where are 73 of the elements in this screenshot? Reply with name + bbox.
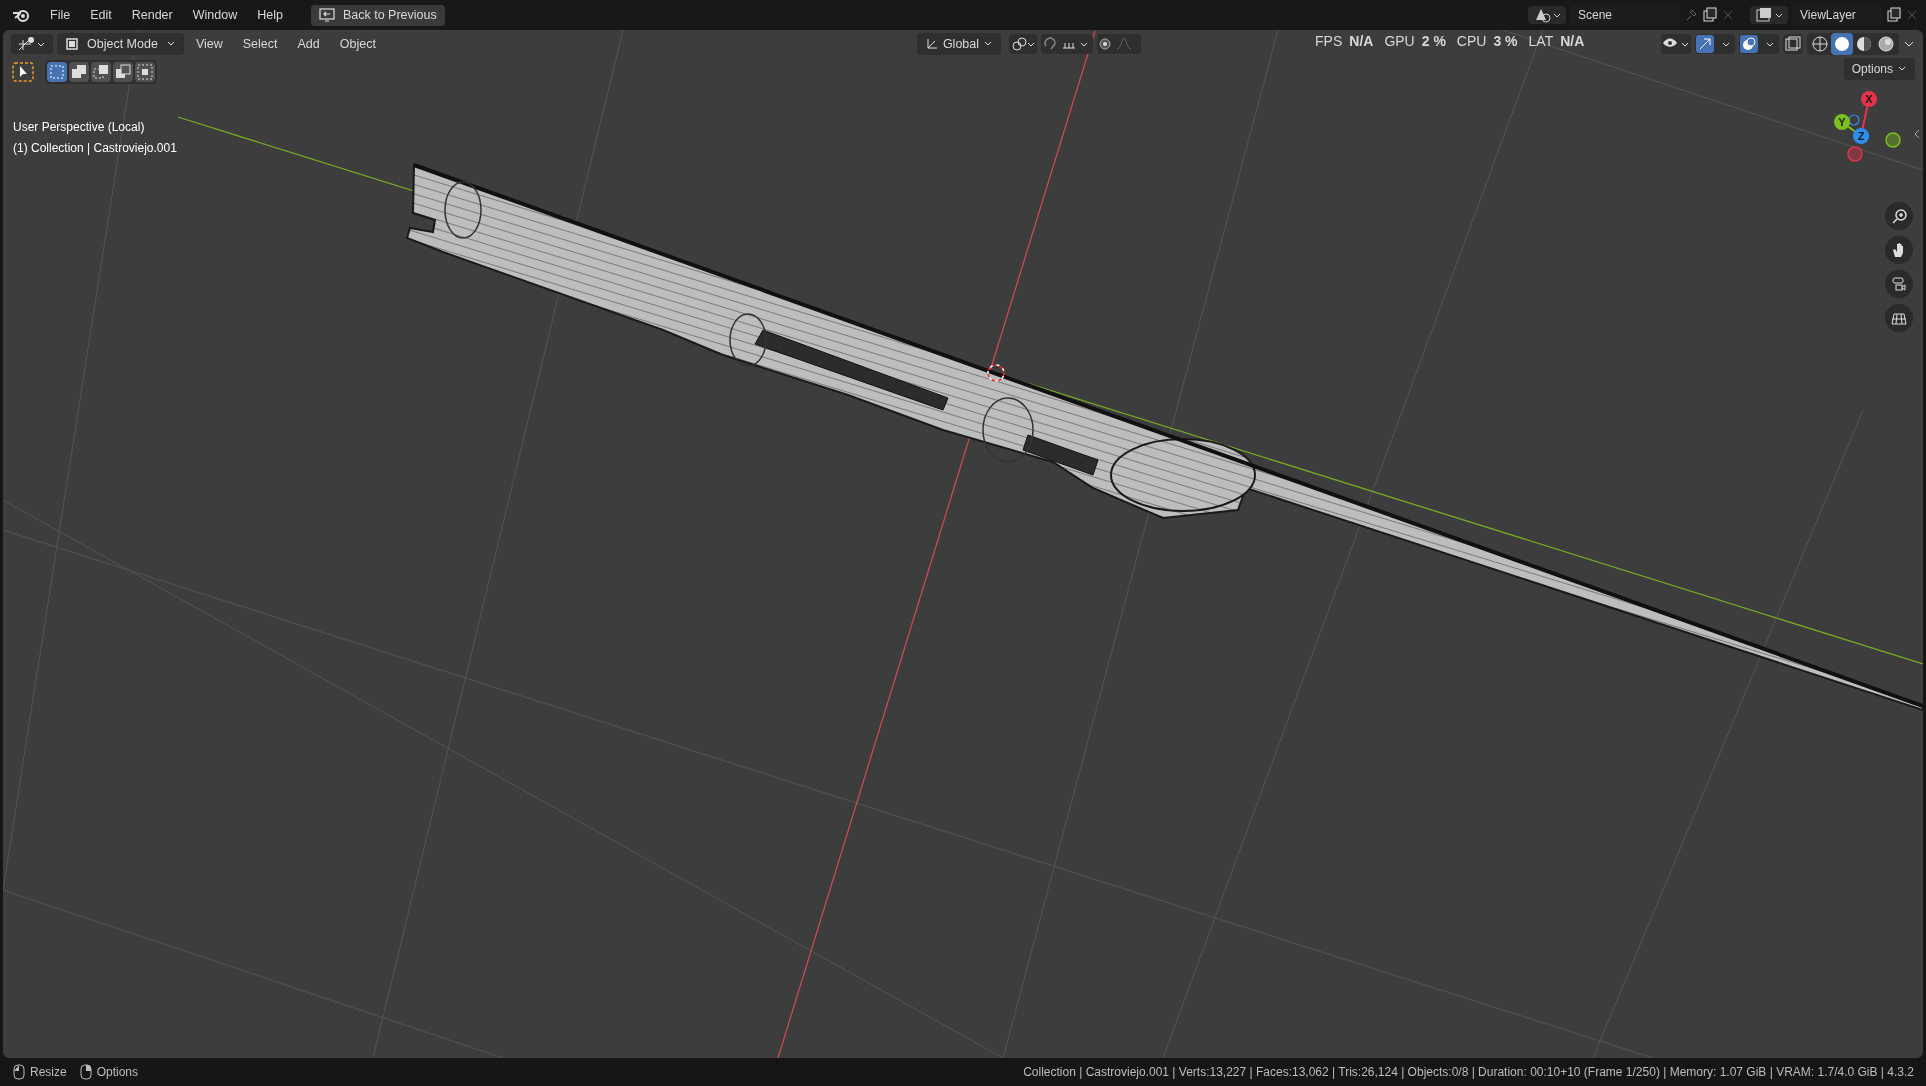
extend-selection-icon[interactable] [69,62,89,82]
axes-icon [924,37,939,51]
axis-y-handle[interactable]: Y [1834,114,1850,130]
snap-icon[interactable] [1041,34,1094,54]
object-mode-icon [65,37,79,51]
stat-value: 3 % [1493,31,1518,51]
options-dropdown[interactable]: Options [1843,58,1915,80]
scene-field[interactable]: Scene [1570,5,1680,25]
negative-axis-handle[interactable] [1847,146,1863,162]
3d-cursor-icon[interactable] [987,364,1005,382]
axis-x-handle[interactable]: X [1861,91,1877,107]
rendered-shading-icon[interactable] [1875,33,1897,55]
close-icon[interactable] [1722,9,1734,21]
status-hint: Options [96,1064,139,1081]
hand-icon[interactable] [1885,236,1913,264]
menu-item[interactable]: View [187,30,231,58]
pivot-point-icon[interactable] [1009,34,1038,54]
stat-label: CPU [1456,31,1487,51]
menu-item[interactable]: Window [184,1,246,29]
xray-toggle-icon[interactable] [1783,34,1803,54]
close-icon[interactable] [1906,9,1918,21]
camera-icon[interactable] [1885,270,1913,298]
wireframe-shading-icon[interactable] [1809,33,1831,55]
back-to-previous-button[interactable]: Back to Previous [310,4,445,26]
stat-value: 2 % [1421,31,1446,51]
negative-axis-handle[interactable] [1848,114,1860,126]
axis-line [1861,105,1869,130]
pin-icon[interactable] [1684,8,1698,22]
transform-orientation-dropdown[interactable]: Global [916,33,1002,55]
editor-type-icon[interactable] [11,34,53,54]
mouse-icon [78,1064,93,1080]
chevron-down-icon [983,40,994,48]
view-name: User Perspective (Local) [13,119,146,136]
proportional-edit-icon[interactable] [1097,34,1142,54]
menu-item[interactable]: Add [289,30,328,58]
menu-item[interactable]: File [42,1,79,29]
menu-item[interactable]: Render [123,1,181,29]
overlay-toggle-icon[interactable] [1739,34,1779,54]
menu-item[interactable]: Edit [82,1,120,29]
new-selection-icon[interactable] [47,62,67,82]
chevron-down-icon[interactable] [1903,39,1915,49]
gizmo-toggle-icon[interactable] [1695,34,1735,54]
mouse-icon [12,1064,26,1080]
menu-item[interactable]: Select [234,30,286,58]
grid-icon[interactable] [1885,304,1913,332]
negative-axis-handle[interactable] [1885,132,1901,148]
stat-value: N/A [1560,31,1585,51]
stat-label: LAT [1528,31,1554,51]
select-box-tool-icon[interactable] [11,61,35,83]
visibility-icon[interactable] [1661,34,1691,54]
blender-logo-icon[interactable] [12,7,30,23]
stat-value: N/A [1349,31,1374,51]
zoom-icon[interactable] [1885,202,1913,230]
invert-selection-icon[interactable] [113,62,133,82]
chevron-down-icon [165,40,176,48]
scene-icon[interactable] [1528,6,1566,24]
view-layer-field[interactable]: ViewLayer [1792,5,1882,25]
copy-icon[interactable] [1886,7,1902,23]
axis-z-handle[interactable]: Z [1853,128,1869,144]
menu-item[interactable]: Help [249,1,291,29]
copy-icon[interactable] [1702,7,1718,23]
object-mode-dropdown[interactable]: Object Mode [57,33,184,55]
status-info: Collection | Castroviejo.001 | Verts:13,227 | Faces:13,062 | Tris:26,124 | Objects:0/8 | Duration: 00:10+10 (Frame 1/250) | Memory: 1.07 GiB | VRAM: 1.7/4.0 GiB | 4.3.2 [1023,1064,1914,1081]
menu-item[interactable]: Object [331,30,384,58]
solid-shading-icon[interactable] [1831,33,1853,55]
status-hint: Resize [30,1064,67,1081]
intersect-selection-icon[interactable] [135,62,155,82]
view-layer-icon[interactable] [1750,6,1788,24]
object-info: (1) Collection | Castroviejo.001 [13,140,177,157]
stat-label: GPU [1384,31,1415,51]
subtract-selection-icon[interactable] [91,62,111,82]
stat-label: FPS [1315,31,1343,51]
chevron-down-icon [1897,65,1907,73]
